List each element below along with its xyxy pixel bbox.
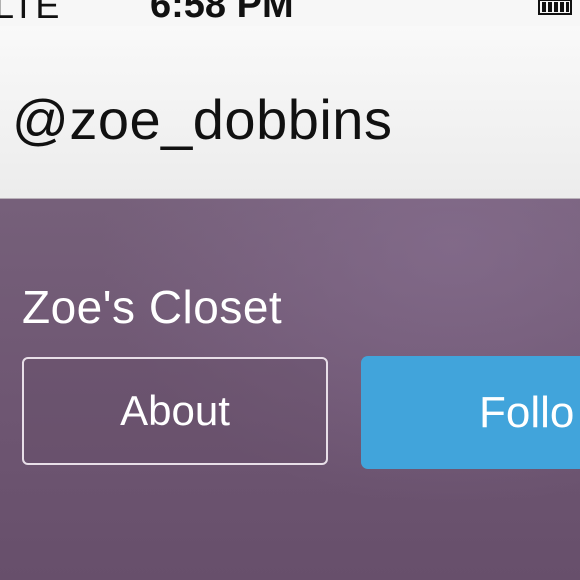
nav-header: @zoe_dobbins: [0, 26, 580, 200]
carrier-label: LTE: [0, 0, 61, 26]
follow-button[interactable]: Follo: [361, 356, 580, 469]
status-bar: LTE 6:58 PM: [0, 0, 580, 26]
battery-icon: [538, 0, 572, 15]
username-title: @zoe_dobbins: [12, 88, 393, 151]
app-screen: LTE 6:58 PM @zoe_dobbins Zoe's Closet Ab…: [0, 0, 580, 580]
about-button-label: About: [120, 387, 230, 434]
about-button[interactable]: About: [22, 357, 328, 465]
status-time: 6:58 PM: [150, 0, 294, 26]
profile-banner: Zoe's Closet About Follo: [0, 199, 580, 580]
closet-name: Zoe's Closet: [22, 281, 283, 333]
follow-button-label: Follo: [479, 388, 575, 437]
